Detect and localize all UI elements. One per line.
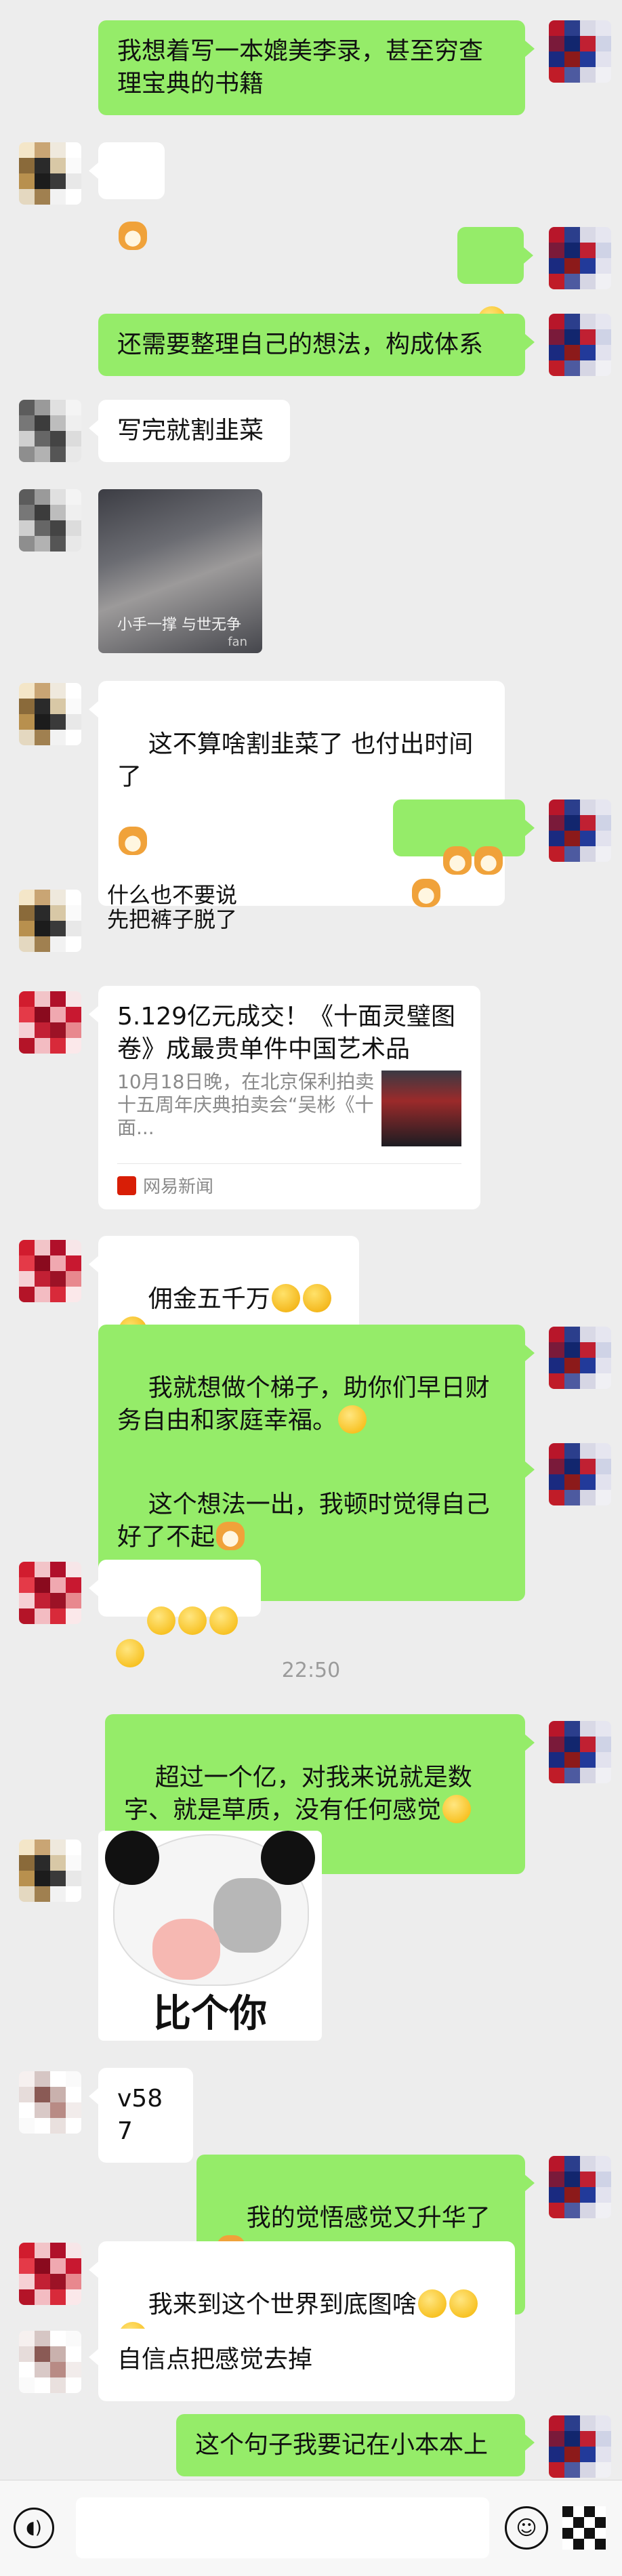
pig-icon — [152, 1919, 220, 1980]
contact-avatar[interactable] — [19, 890, 81, 952]
silly-face-emoji-icon — [338, 1405, 367, 1434]
shiba-dog-emoji-icon — [119, 222, 147, 250]
self-avatar[interactable] — [549, 227, 611, 289]
shiba-dog-emoji-icon — [442, 846, 472, 875]
card-source-label: 网易新闻 — [143, 1177, 214, 1197]
message-bubble-sent[interactable]: 这个句子我要记在小本本上 — [176, 2414, 535, 2476]
self-avatar[interactable] — [549, 314, 611, 376]
link-card[interactable]: 5.129亿元成交！《十面灵璧图卷》成最贵单件中国艺术品 10月18日晚，在北京… — [89, 986, 480, 1209]
message-bubble-sent[interactable]: 还需要整理自己的想法，构成体系 — [98, 314, 535, 376]
input-bar: ◖) ☺ — [0, 2480, 622, 2576]
message-text: 我的觉悟感觉又升华了 — [246, 2204, 491, 2232]
voice-icon[interactable]: ◖) — [14, 2508, 54, 2548]
netease-logo-icon — [117, 1176, 136, 1195]
self-avatar[interactable] — [549, 1721, 611, 1783]
more-icon[interactable] — [562, 2506, 606, 2550]
text-sticker-line: 先把裤子脱了 — [107, 907, 238, 932]
message-bubble-received[interactable] — [89, 142, 165, 250]
grinning-emoji-icon — [449, 2289, 478, 2318]
message-text: 超过一个亿，对我来说就是数字、就是草质，没有任何感觉 — [124, 1764, 472, 1824]
panda-ear — [105, 1831, 159, 1885]
card-title: 5.129亿元成交！《十面灵璧图卷》成最贵单件中国艺术品 — [117, 1003, 456, 1063]
message-bubble-received[interactable]: 写完就割韭菜 — [89, 400, 290, 462]
emoji-icon[interactable]: ☺ — [505, 2506, 548, 2550]
message-text: 我就想做个梯子，助你们早日财务自由和家庭幸福。 — [117, 1374, 490, 1434]
contact-avatar[interactable] — [19, 2243, 81, 2305]
message-text: 这个想法一出，我顿时觉得自己好了不起 — [117, 1491, 490, 1551]
contact-avatar[interactable] — [19, 489, 81, 552]
panda-face — [213, 1878, 281, 1953]
panda-ear — [261, 1831, 315, 1885]
chat-timestamp: 22:50 — [281, 1659, 341, 1682]
grinning-emoji-icon — [146, 1606, 175, 1635]
text-sticker-line: 什么也不要说 — [107, 882, 238, 908]
shiba-dog-emoji-icon — [474, 846, 503, 875]
message-bubble-received[interactable]: v587 — [89, 2068, 193, 2163]
shiba-dog-emoji-icon — [119, 827, 147, 855]
contact-avatar[interactable] — [19, 1240, 81, 1302]
card-divider — [117, 1163, 461, 1164]
message-bubble-sent[interactable] — [457, 227, 533, 335]
message-bubble-sent[interactable] — [393, 799, 535, 907]
self-avatar[interactable] — [549, 2156, 611, 2218]
message-text: 佣金五千万 — [148, 1285, 270, 1313]
message-bubble-received[interactable] — [89, 1560, 261, 1667]
card-description: 10月18日晚，在北京保利拍卖十五周年庆典拍卖会“吴彬《十面... — [117, 1071, 375, 1139]
contact-avatar[interactable] — [19, 1840, 81, 1902]
contact-avatar[interactable] — [19, 2071, 81, 2134]
grinning-emoji-icon — [209, 1606, 238, 1635]
sticker-caption: 小手一撑 与世无争 — [117, 617, 241, 633]
message-text: 我来到这个世界到底图啥 — [148, 2291, 417, 2319]
chat-area[interactable]: 我想着写一本媲美李录，甚至穷查理宝典的书籍 还需要整理自己的想法，构成体系 写完… — [0, 0, 622, 2480]
shiba-dog-emoji-icon — [216, 1522, 245, 1550]
self-avatar[interactable] — [549, 799, 611, 862]
sticker-image[interactable]: 小手一撑 与世无争 fan — [98, 489, 262, 653]
text-sticker[interactable]: 什么也不要说 先把裤子脱了 — [107, 883, 237, 932]
contact-avatar[interactable] — [19, 2331, 81, 2393]
self-avatar[interactable] — [549, 20, 611, 83]
shiba-dog-emoji-icon — [412, 879, 440, 907]
contact-avatar[interactable] — [19, 1562, 81, 1624]
card-thumbnail — [381, 1071, 461, 1146]
contact-avatar[interactable] — [19, 400, 81, 462]
self-avatar[interactable] — [549, 1327, 611, 1389]
contact-avatar[interactable] — [19, 683, 81, 745]
contact-avatar[interactable] — [19, 991, 81, 1054]
message-text: 这不算啥割韭菜了 也付出时间了 — [117, 730, 474, 791]
contact-avatar[interactable] — [19, 142, 81, 205]
silly-face-emoji-icon — [442, 1795, 472, 1823]
panda-sticker-caption: 比个你 — [153, 1992, 267, 2036]
sticker-watermark: fan — [228, 635, 247, 649]
laughing-emoji-icon — [271, 1284, 300, 1312]
grinning-emoji-icon — [178, 1606, 207, 1635]
self-avatar[interactable] — [549, 1443, 611, 1505]
message-bubble-sent[interactable]: 我想着写一本媲美李录，甚至穷查理宝典的书籍 — [98, 20, 535, 115]
card-source: 网易新闻 — [117, 1173, 213, 1198]
message-input[interactable] — [76, 2497, 489, 2558]
self-avatar[interactable] — [549, 2415, 611, 2478]
grinning-emoji-icon — [417, 2289, 447, 2318]
message-bubble-received[interactable]: 自信点把感觉去掉 — [89, 2329, 342, 2391]
panda-sticker[interactable]: 比个你 — [98, 1831, 322, 2041]
laughing-emoji-icon — [302, 1284, 331, 1312]
